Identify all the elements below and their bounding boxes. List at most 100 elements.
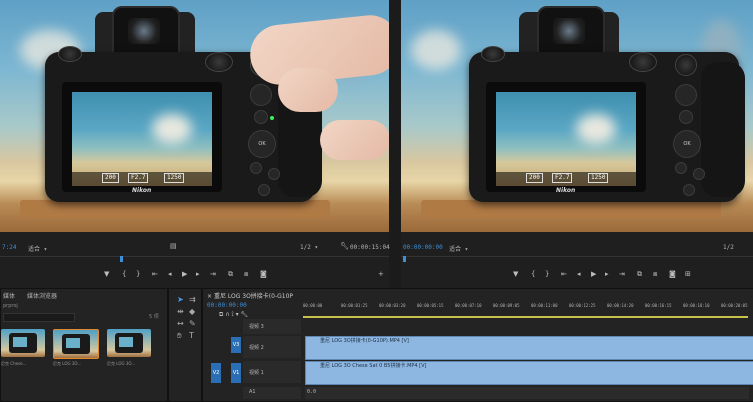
ruler-tick: 00:00:03:20 <box>379 303 406 308</box>
tab-media-browser[interactable]: 媒体浏览器 <box>27 291 57 300</box>
media-thumbnail-2[interactable] <box>53 329 99 359</box>
pen-tool-icon[interactable]: ✎ <box>189 319 196 328</box>
insert-icon[interactable]: ⧉ <box>228 270 233 279</box>
camera-status-led <box>270 116 274 120</box>
camera-ok-button: OK <box>248 130 276 158</box>
hand-tool-icon[interactable]: ✋︎ <box>177 331 182 341</box>
ruler-tick: 00:00:14:20 <box>607 303 634 308</box>
camera-info-button <box>254 110 268 124</box>
clip-label: 重尼 LOG 3O Chese Sat 0 B5拼接卡.MP4 [V] <box>320 363 427 369</box>
camera-dial-left <box>58 46 82 62</box>
mark-in-icon[interactable]: { <box>122 270 126 278</box>
program-playhead[interactable] <box>403 256 406 262</box>
type-tool-icon[interactable]: T <box>189 331 194 340</box>
thumb-label-1: 尼克 Chese... <box>1 361 27 366</box>
add-marker-icon[interactable]: ▼ <box>513 270 518 278</box>
track-name: 视频 2 <box>249 345 264 351</box>
ruler-tick: 00:00:20:05 <box>721 303 748 308</box>
comparison-view-icon[interactable]: ⊞ <box>685 270 691 278</box>
audio-level: 0.0 <box>307 389 317 395</box>
export-frame-icon[interactable]: ◙ <box>669 270 676 278</box>
add-button-icon[interactable]: + <box>378 270 384 278</box>
track-header-v3: 视频 3 <box>243 319 301 334</box>
media-thumbnail-1[interactable] <box>1 329 45 357</box>
timeline-timecode[interactable]: 00:00:00:00 <box>207 302 247 309</box>
source-playhead[interactable] <box>120 256 123 262</box>
track-v1-target[interactable]: V1 <box>231 363 241 383</box>
selection-tool-icon[interactable]: ➤ <box>177 295 184 304</box>
camera-zoom-in-button <box>675 162 687 174</box>
source-monitor-viewer[interactable]: 200 F2.7 1250 Nikon OK <box>0 0 389 232</box>
step-back-icon[interactable]: ◂ <box>577 270 581 278</box>
camera-joystick <box>250 84 272 106</box>
timeline-tab[interactable]: × 重尼 LOG 3O拼接卡(0-G10P <box>207 291 293 300</box>
ruler-tick: 00:00:12:25 <box>569 303 596 308</box>
slip-tool-icon[interactable]: ↔ <box>177 319 184 328</box>
source-timecode[interactable]: 7:24 <box>2 244 16 251</box>
camera-brand-logo: Nikon <box>132 187 152 194</box>
source-duration: 00:00:15:04 <box>350 244 390 251</box>
ruler-tick: 00:00:09:05 <box>493 303 520 308</box>
program-fit-dropdown[interactable]: 适合 ▾ <box>449 244 468 253</box>
thumb-label-3: 尼克 LOG 3O... <box>107 361 136 366</box>
camera-grip <box>701 62 745 197</box>
audio-track-a1[interactable]: 0.0 <box>305 387 749 399</box>
camera-info-button <box>679 110 693 124</box>
lcd-aperture: F2.7 <box>552 173 573 183</box>
export-frame-icon[interactable]: ◙ <box>260 270 267 278</box>
video-clip-v2[interactable]: 重尼 LOG 3O拼接卡(0-G10P).MP4 [V] <box>305 336 753 360</box>
razor-icon[interactable]: ◆ <box>189 307 195 316</box>
project-search-input[interactable] <box>3 313 75 322</box>
step-back-icon[interactable]: ◂ <box>168 270 172 278</box>
camera-ok-button: OK <box>673 130 701 158</box>
go-to-in-icon[interactable]: ⇤ <box>561 270 567 278</box>
track-header-v2: 视频 2 <box>243 336 301 358</box>
project-item-count: 5 项 <box>149 314 159 320</box>
lift-icon[interactable]: ⧉ <box>637 270 642 279</box>
lcd-iso: 200 <box>102 173 119 183</box>
video-clip-v1[interactable]: 重尼 LOG 3O Chese Sat 0 B5拼接卡.MP4 [V] <box>305 361 753 385</box>
source-patch-v1[interactable]: V2 <box>211 363 221 383</box>
overwrite-icon[interactable]: ⧈ <box>244 270 248 279</box>
go-to-out-icon[interactable]: ⇥ <box>619 270 625 278</box>
timeline-ruler[interactable]: 00:00:00 00:00:01:25 00:00:03:20 00:00:0… <box>303 303 753 317</box>
track-select-icon[interactable]: ⇉ <box>189 295 196 304</box>
track-v3-target[interactable]: V3 <box>231 337 241 353</box>
play-icon[interactable]: ▶ <box>591 270 596 278</box>
camera-menu-button <box>693 168 705 180</box>
go-to-in-icon[interactable]: ⇤ <box>152 270 158 278</box>
lcd-shutter: 1250 <box>588 173 609 183</box>
add-marker-icon[interactable]: ▼ <box>104 270 109 278</box>
lcd-iso: 200 <box>526 173 543 183</box>
go-to-out-icon[interactable]: ⇥ <box>210 270 216 278</box>
hand-finger <box>278 68 338 112</box>
thumb-label-2: 尼克 LOG 3O... <box>53 361 82 366</box>
tools-panel: ➤ ⇉ ⇹ ◆ ↔ ✎ ✋︎ T <box>168 288 202 402</box>
play-icon[interactable]: ▶ <box>182 270 187 278</box>
camera-dial-left <box>481 46 505 62</box>
work-area-bar[interactable] <box>303 316 748 318</box>
timeline-toolbar-icons[interactable]: ⧉ ∩ ⟟ ▾ 🔧︎ <box>219 311 248 319</box>
camera-brand-logo: Nikon <box>556 187 576 194</box>
mark-in-icon[interactable]: { <box>531 270 535 278</box>
tab-media[interactable]: 媒体 <box>3 291 15 300</box>
media-thumbnail-3[interactable] <box>107 329 151 357</box>
program-video-frame: 200 F2.7 1250 Nikon OK <box>401 0 753 232</box>
track-header-a1: A1 <box>243 387 301 399</box>
ripple-edit-icon[interactable]: ⇹ <box>177 307 184 316</box>
camera-zoom-out-button <box>683 184 695 196</box>
mark-out-icon[interactable]: } <box>136 270 140 278</box>
mark-out-icon[interactable]: } <box>545 270 549 278</box>
program-resolution-dropdown[interactable]: 1/2 <box>723 244 734 251</box>
step-forward-icon[interactable]: ▸ <box>605 270 609 278</box>
extract-icon[interactable]: ⧈ <box>653 270 657 279</box>
source-resolution-dropdown[interactable]: 1/2 ▾ <box>300 244 318 251</box>
source-settings-icon[interactable]: ▤ <box>170 242 177 250</box>
track-name: 视频 3 <box>249 324 264 330</box>
ruler-tick: 00:00:01:25 <box>341 303 368 308</box>
program-monitor-viewer[interactable]: 200 F2.7 1250 Nikon OK <box>401 0 753 232</box>
step-forward-icon[interactable]: ▸ <box>196 270 200 278</box>
source-fit-dropdown[interactable]: 适合 ▾ <box>28 244 47 253</box>
program-timecode[interactable]: 00:00:00:00 <box>403 244 443 251</box>
wrench-icon[interactable]: 🔧︎ <box>340 242 349 250</box>
